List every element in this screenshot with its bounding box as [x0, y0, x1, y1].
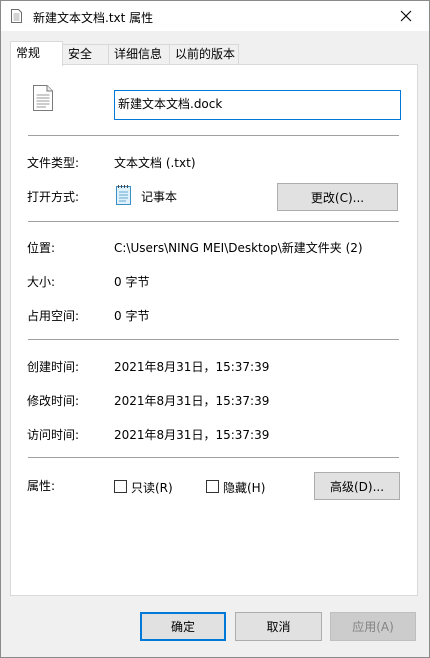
document-icon: [33, 85, 53, 111]
created-label: 创建时间:: [27, 360, 80, 374]
close-icon: [400, 10, 412, 22]
modified-label: 修改时间:: [27, 394, 80, 408]
tab-label: 常规: [16, 46, 41, 60]
separator: [28, 221, 399, 222]
title-bar: 新建文本文档.txt 属性: [1, 1, 429, 31]
readonly-checkbox[interactable]: [114, 480, 127, 493]
tab-label: 安全: [68, 47, 93, 61]
tab-previous-versions[interactable]: 以前的版本: [169, 44, 239, 65]
general-panel: 新建文本文档.dock 文件类型: 文本文档 (.txt) 打开方式: 记事本 …: [10, 64, 418, 596]
size-value: 0 字节: [114, 275, 150, 289]
file-type-label: 文件类型:: [27, 156, 80, 170]
tab-label: 以前的版本: [175, 47, 236, 61]
location-label: 位置:: [27, 241, 56, 255]
hidden-checkbox[interactable]: [206, 480, 219, 493]
location-value: C:\Users\NING MEI\Desktop\新建文件夹 (2): [114, 241, 363, 255]
size-on-disk-label: 占用空间:: [27, 309, 80, 323]
created-value: 2021年8月31日，15:37:39: [114, 360, 270, 374]
file-name-input[interactable]: 新建文本文档.dock: [114, 90, 401, 120]
text-file-icon: [11, 9, 22, 23]
tab-details[interactable]: 详细信息: [108, 44, 170, 65]
size-label: 大小:: [27, 275, 56, 289]
apply-button[interactable]: 应用(A): [330, 612, 416, 641]
modified-value: 2021年8月31日，15:37:39: [114, 394, 270, 408]
close-button[interactable]: [383, 1, 429, 31]
tab-label: 详细信息: [114, 47, 163, 61]
cancel-button[interactable]: 取消: [235, 612, 322, 641]
ok-button[interactable]: 确定: [140, 612, 226, 641]
change-button[interactable]: 更改(C)...: [277, 183, 398, 211]
notepad-icon: [116, 185, 131, 205]
separator: [28, 135, 399, 136]
size-on-disk-value: 0 字节: [114, 309, 150, 323]
window-title: 新建文本文档.txt 属性: [33, 11, 154, 25]
advanced-button[interactable]: 高级(D)...: [314, 472, 400, 500]
tab-general[interactable]: 常规: [10, 41, 63, 66]
accessed-value: 2021年8月31日，15:37:39: [114, 428, 270, 442]
tab-security[interactable]: 安全: [62, 44, 109, 65]
hidden-label[interactable]: 隐藏(H): [223, 479, 265, 496]
separator: [28, 339, 399, 340]
readonly-label[interactable]: 只读(R): [131, 479, 173, 496]
opens-with-value: 记事本: [141, 190, 178, 204]
opens-with-label: 打开方式:: [27, 190, 80, 204]
attributes-label: 属性:: [27, 479, 56, 493]
file-type-value: 文本文档 (.txt): [114, 156, 196, 170]
properties-dialog: 新建文本文档.txt 属性 常规 安全 详细信息 以前的版本 新建文本文档.do…: [0, 0, 430, 658]
accessed-label: 访问时间:: [27, 428, 80, 442]
separator: [28, 457, 399, 458]
